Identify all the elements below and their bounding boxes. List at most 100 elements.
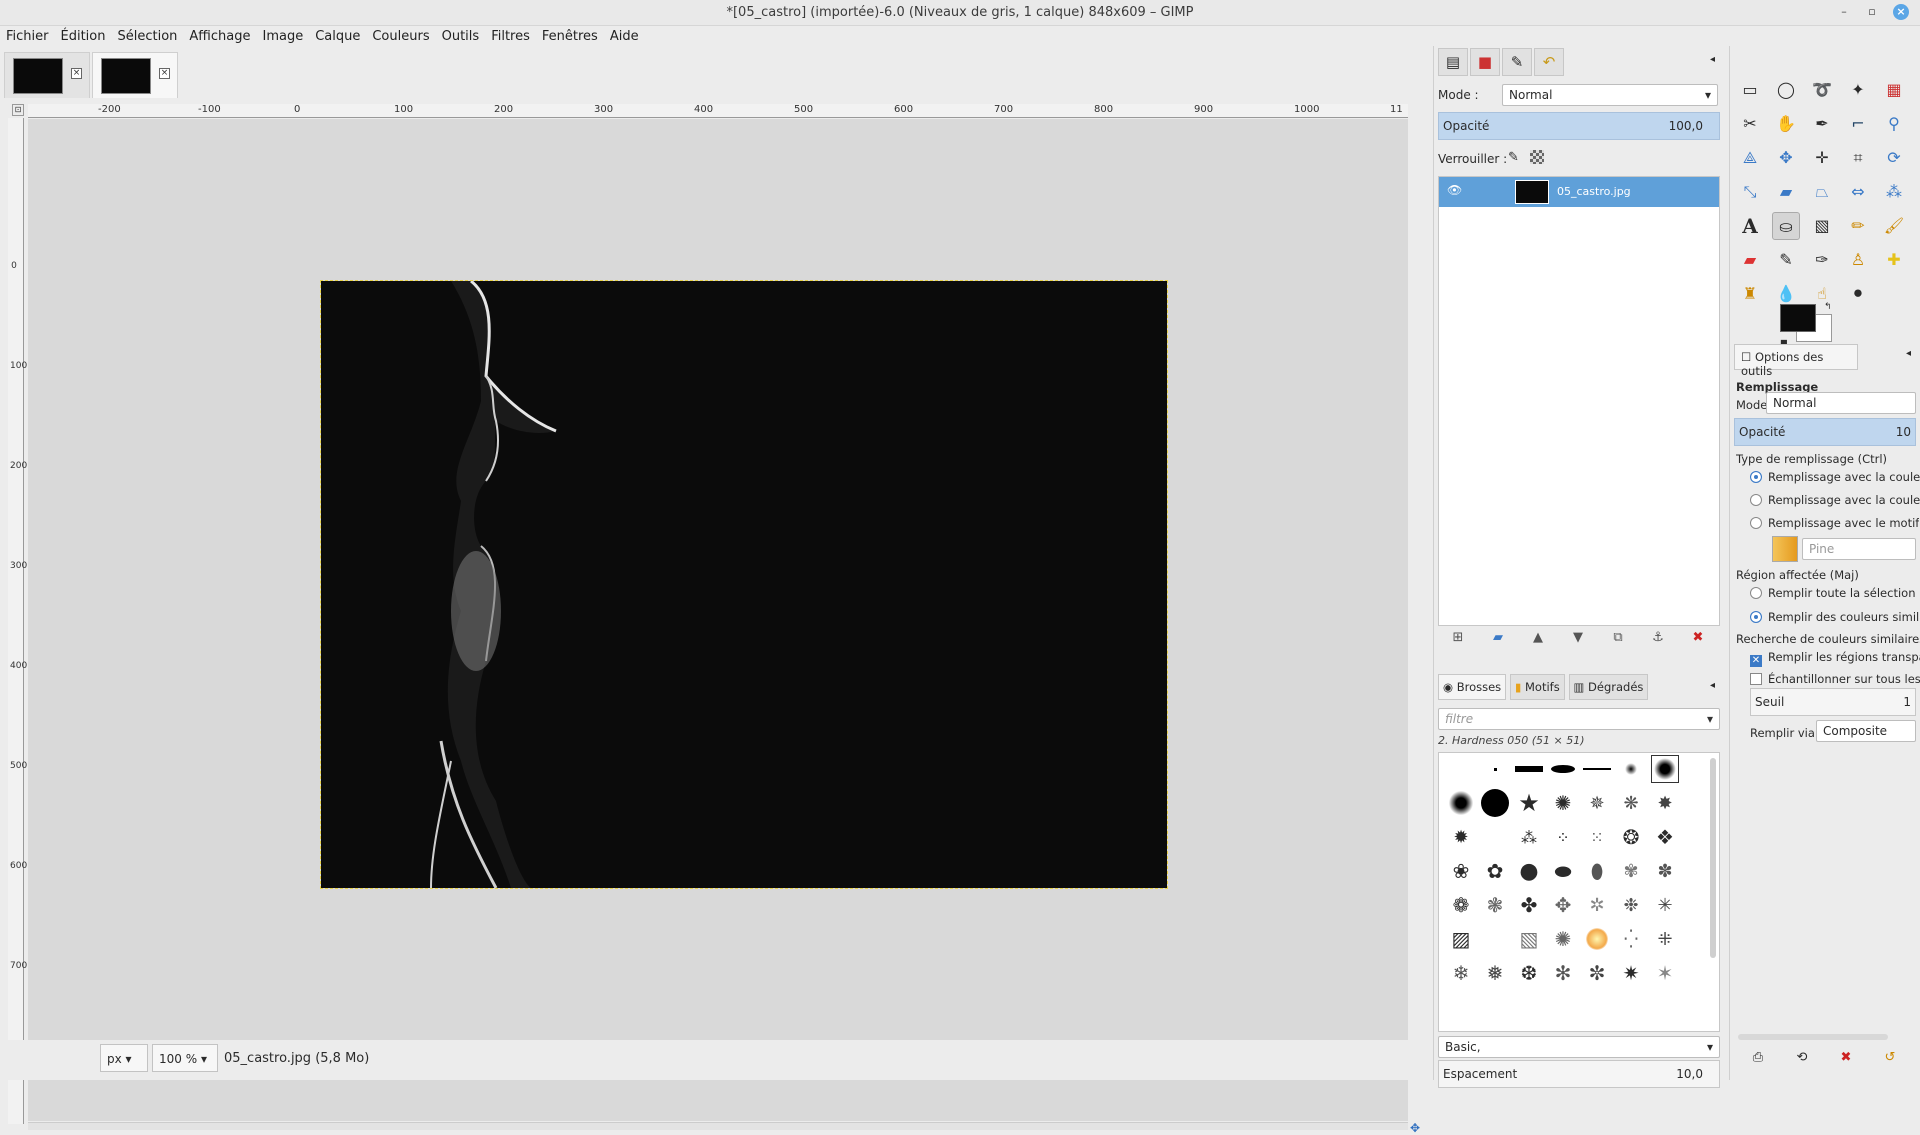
brushes-tab[interactable]: ◉ Brosses: [1438, 674, 1507, 700]
brush-scrollbar[interactable]: [1710, 758, 1716, 958]
zoom-select[interactable]: 100 % ▾: [152, 1044, 218, 1072]
region-similar-option[interactable]: Remplir des couleurs similaii: [1750, 610, 1920, 624]
radio-checked[interactable]: [1750, 471, 1762, 483]
menu-calque[interactable]: Calque: [309, 26, 366, 44]
brush-item[interactable]: [1447, 789, 1475, 817]
brush-item[interactable]: [1481, 789, 1509, 817]
brush-item[interactable]: ✳: [1651, 891, 1679, 919]
layer-row[interactable]: 👁 05_castro.jpg: [1439, 177, 1719, 207]
brush-item[interactable]: ✻: [1549, 959, 1577, 987]
fuzzy-select-icon[interactable]: ✦: [1844, 76, 1872, 104]
duplicate-layer-icon[interactable]: ⧉: [1598, 630, 1638, 645]
shear-icon[interactable]: ▰: [1772, 178, 1800, 206]
rect-select-icon[interactable]: ▭: [1736, 76, 1764, 104]
eye-icon[interactable]: 👁: [1447, 183, 1462, 197]
radio-checked[interactable]: [1750, 611, 1762, 623]
scale-icon[interactable]: ⤡: [1736, 178, 1764, 206]
restore-options-icon[interactable]: ⟲: [1780, 1050, 1824, 1065]
brush-item[interactable]: ✼: [1583, 959, 1611, 987]
text-tool-icon[interactable]: A: [1736, 212, 1764, 240]
brush-item[interactable]: ❉: [1617, 891, 1645, 919]
region-selection-option[interactable]: Remplir toute la sélection: [1750, 586, 1915, 600]
horizontal-ruler[interactable]: -200 -100 0 100 200 300 400 500 600 700 …: [28, 104, 1408, 118]
threshold-spinner[interactable]: Seuil 1: [1750, 688, 1916, 716]
brush-item[interactable]: ❖: [1651, 823, 1679, 851]
lock-pixels-icon[interactable]: ✎: [1508, 150, 1519, 165]
channels-tab-icon[interactable]: ■: [1470, 48, 1500, 76]
minimize-button[interactable]: –: [1836, 4, 1852, 20]
brush-item[interactable]: ✸: [1651, 789, 1679, 817]
image-layer[interactable]: [320, 280, 1168, 889]
paths-icon[interactable]: ✒: [1808, 110, 1836, 138]
raise-layer-icon[interactable]: ▲: [1518, 630, 1558, 645]
crop-icon[interactable]: ⌗: [1844, 144, 1872, 172]
brush-item[interactable]: ⬮: [1583, 857, 1611, 885]
pencil-icon[interactable]: ✏: [1844, 212, 1872, 240]
scissors-icon[interactable]: ✂: [1736, 110, 1764, 138]
menu-outils[interactable]: Outils: [436, 26, 486, 44]
perspective-icon[interactable]: ⏢: [1808, 178, 1836, 206]
image-canvas[interactable]: [28, 119, 1408, 1121]
brush-item[interactable]: ⬬: [1549, 857, 1577, 885]
brush-item[interactable]: ✲: [1583, 891, 1611, 919]
layers-tab-icon[interactable]: ▤: [1438, 48, 1468, 76]
brush-item[interactable]: [1481, 755, 1509, 783]
zoom-icon[interactable]: ⚲: [1880, 110, 1908, 138]
layers-list[interactable]: 👁 05_castro.jpg: [1438, 176, 1720, 626]
menu-selection[interactable]: Sélection: [111, 26, 183, 44]
fill-bg-option[interactable]: Remplissage avec la couleur: [1750, 493, 1920, 507]
brush-item[interactable]: ❋: [1617, 789, 1645, 817]
clone-icon[interactable]: ♙: [1844, 246, 1872, 274]
brush-item[interactable]: [1583, 755, 1611, 783]
lasso-icon[interactable]: ➰: [1808, 76, 1836, 104]
pattern-swatch[interactable]: [1772, 536, 1798, 562]
radio-unchecked[interactable]: [1750, 517, 1762, 529]
brush-item[interactable]: [1617, 755, 1645, 783]
checkbox-checked[interactable]: ✕: [1750, 655, 1762, 667]
fill-mode-select[interactable]: Normal: [1766, 392, 1916, 414]
patterns-tab[interactable]: ▮ Motifs: [1509, 674, 1565, 700]
anchor-icon[interactable]: ⚓: [1638, 630, 1678, 645]
fill-by-select[interactable]: Composite: [1816, 720, 1916, 742]
color-select-icon[interactable]: ▦: [1880, 76, 1908, 104]
gradients-tab[interactable]: ▥ Dégradés: [1568, 674, 1649, 700]
brush-item[interactable]: ✹: [1447, 823, 1475, 851]
foreground-select-icon[interactable]: ✋: [1772, 110, 1800, 138]
brush-item[interactable]: ●: [1515, 857, 1543, 885]
brush-item[interactable]: ❅: [1481, 959, 1509, 987]
brush-item[interactable]: ❁: [1447, 891, 1475, 919]
layer-mode-select[interactable]: Normal ▾: [1502, 84, 1718, 106]
flip-icon[interactable]: ⇔: [1844, 178, 1872, 206]
new-group-icon[interactable]: ▰: [1478, 630, 1518, 645]
gradient-icon[interactable]: ▧: [1808, 212, 1836, 240]
brush-item[interactable]: [1583, 925, 1611, 953]
brush-item[interactable]: ✶: [1651, 959, 1679, 987]
brush-item[interactable]: ⁜: [1651, 925, 1679, 953]
dock-menu-icon[interactable]: ◂: [1710, 54, 1715, 65]
image-tab-1[interactable]: ×: [4, 52, 90, 98]
reset-options-icon[interactable]: ↺: [1868, 1050, 1912, 1065]
dock-menu-icon[interactable]: ◂: [1906, 348, 1911, 359]
dock-menu-icon[interactable]: ◂: [1710, 680, 1715, 691]
ruler-corner-icon[interactable]: ⊡: [12, 104, 24, 116]
fill-transparent-option[interactable]: ✕ Remplir les régions transpare: [1750, 650, 1920, 667]
menu-affichage[interactable]: Affichage: [183, 26, 256, 44]
dodge-burn-icon[interactable]: ⚫: [1844, 280, 1872, 308]
brush-item[interactable]: ▧: [1515, 925, 1543, 953]
cage-transform-icon[interactable]: ⁂: [1880, 178, 1908, 206]
brush-item[interactable]: ✵: [1583, 789, 1611, 817]
foreground-color-swatch[interactable]: [1780, 304, 1816, 332]
brush-item[interactable]: ❄: [1447, 959, 1475, 987]
pattern-name-field[interactable]: Pine: [1802, 538, 1916, 560]
horizontal-scrollbar[interactable]: [28, 1122, 1408, 1130]
maximize-button[interactable]: ▫: [1864, 4, 1880, 20]
brush-item[interactable]: ✺: [1549, 925, 1577, 953]
brush-item[interactable]: ⁛: [1617, 925, 1645, 953]
brush-item[interactable]: ❆: [1515, 959, 1543, 987]
image-tab-2[interactable]: ×: [92, 52, 178, 98]
airbrush-icon[interactable]: ✎: [1772, 246, 1800, 274]
bucket-fill-icon[interactable]: ⛀: [1772, 212, 1800, 240]
vertical-ruler[interactable]: 0 100 200 300 400 500 600 700: [8, 118, 27, 1124]
checkbox-unchecked[interactable]: [1750, 673, 1762, 685]
menu-filtres[interactable]: Filtres: [485, 26, 536, 44]
